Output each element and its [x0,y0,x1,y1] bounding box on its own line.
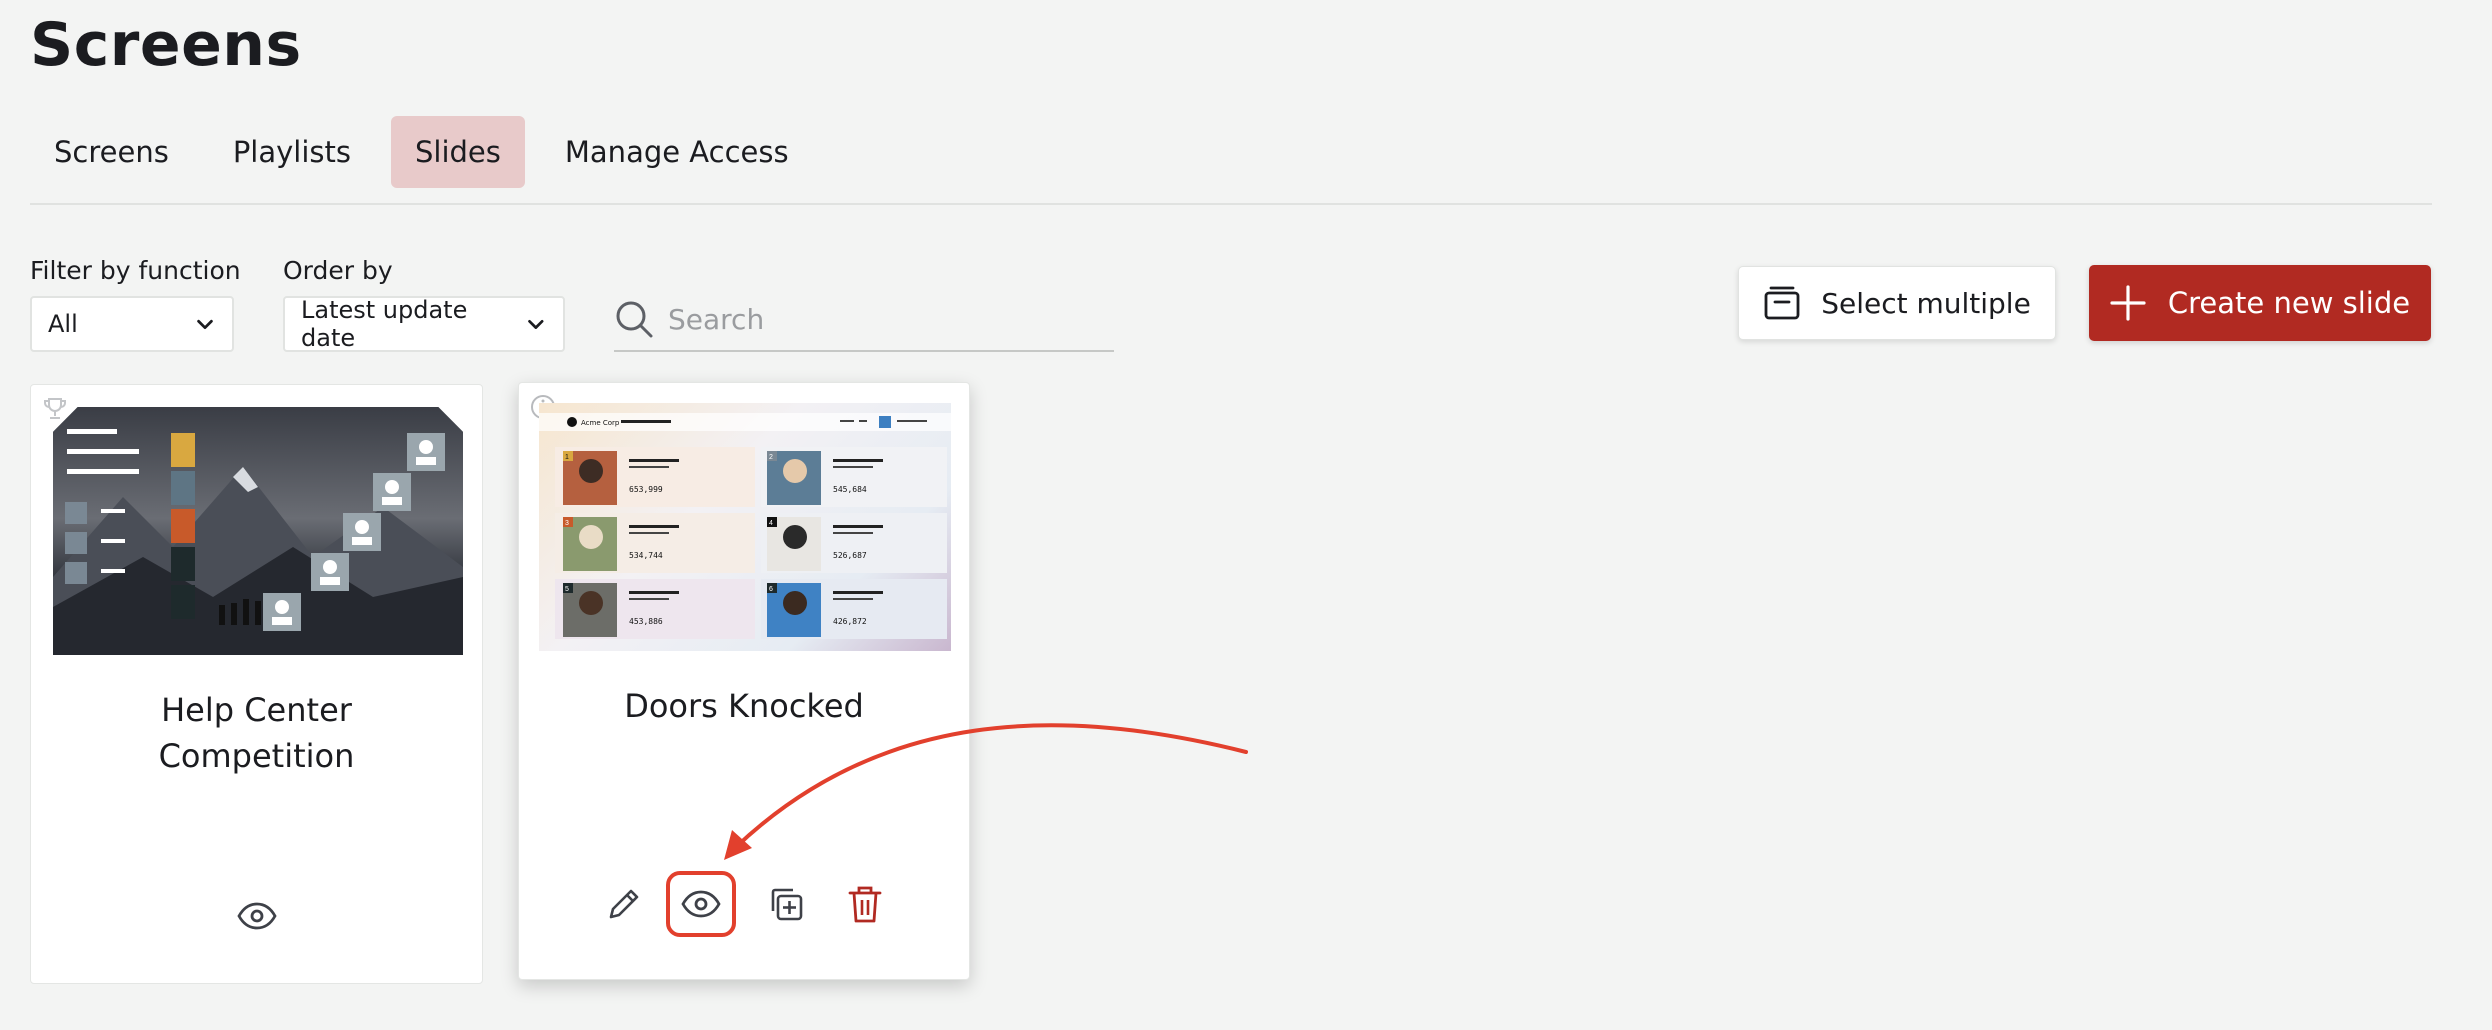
leaderboard-card-1: 1 653,999 [555,447,755,507]
chevron-down-icon [528,319,544,329]
preview-button[interactable] [226,885,288,947]
svg-text:534,744: 534,744 [629,551,663,560]
plus-icon [2110,285,2146,321]
slide-thumbnail [53,407,463,655]
slide-title-line2: Competition [158,737,355,775]
select-multiple-button[interactable]: Select multiple [1738,266,2056,340]
filter-function-label: Filter by function [30,256,241,285]
leaderboard-card-6: 6 426,872 [761,579,947,639]
edit-button[interactable] [593,873,655,935]
tab-bar: Screens Playlists Slides Manage Access [30,116,829,188]
leaderboard-card-3: 3 534,744 [555,513,755,573]
chevron-down-icon [197,319,213,330]
tab-screens[interactable]: Screens [30,116,193,188]
trophy-icon [44,398,66,419]
preview-button[interactable] [666,871,736,937]
leaderboard-card-5: 5 453,886 [555,579,755,639]
delete-button[interactable] [834,873,896,935]
duplicate-icon [771,888,803,921]
slide-title-line1: Help Center [161,691,352,729]
order-by-label: Order by [283,256,393,285]
svg-text:653,999: 653,999 [629,485,663,494]
svg-text:5: 5 [565,586,569,593]
trash-icon [848,886,882,923]
order-by-select[interactable]: Latest update date [283,296,565,352]
pencil-icon [609,889,639,919]
svg-text:426,872: 426,872 [833,617,867,626]
svg-text:6: 6 [769,586,773,593]
search-icon [616,301,653,338]
leaderboard-card-2: 2 545,684 [761,447,947,507]
svg-text:3: 3 [565,520,569,527]
eye-icon [681,890,721,918]
select-multiple-label: Select multiple [1821,286,2031,320]
filter-function-select[interactable]: All [30,296,234,352]
slide-card[interactable]: Help Center Competition [30,384,483,984]
tab-slides[interactable]: Slides [391,116,525,188]
brand-name: Acme Corp [581,419,620,427]
create-new-slide-label: Create new slide [2167,286,2411,320]
eye-icon [237,902,277,930]
svg-text:526,687: 526,687 [833,551,867,560]
tab-manage-access[interactable]: Manage Access [541,116,813,188]
slide-title: Help Center Competition [31,687,482,779]
leaderboard-card-4: 4 526,687 [761,513,947,573]
order-by-value: Latest update date [301,296,468,352]
page-title: Screens [30,10,302,80]
duplicate-button[interactable] [755,873,817,935]
search-box [614,288,1114,352]
svg-text:2: 2 [769,454,773,461]
svg-text:453,886: 453,886 [629,617,663,626]
create-new-slide-button[interactable]: Create new slide [2089,265,2431,341]
slide-title: Doors Knocked [624,687,864,725]
slide-actions [519,871,969,943]
mountain-leaderboard-image [53,429,463,655]
svg-text:545,684: 545,684 [833,485,867,494]
tabs-divider [30,203,2432,205]
slide-card[interactable]: Acme Corp 1 653,999 2 545,684 3 534,744 … [518,382,970,980]
search-input[interactable] [668,302,1088,336]
svg-text:1: 1 [565,454,569,461]
filter-function-value: All [48,310,78,338]
tab-playlists[interactable]: Playlists [209,116,375,188]
svg-text:4: 4 [769,520,773,527]
select-multiple-icon [1764,286,1800,320]
slide-thumbnail: Acme Corp 1 653,999 2 545,684 3 534,744 … [539,403,951,651]
leaderboard-preview: Acme Corp 1 653,999 2 545,684 3 534,744 … [539,413,951,639]
